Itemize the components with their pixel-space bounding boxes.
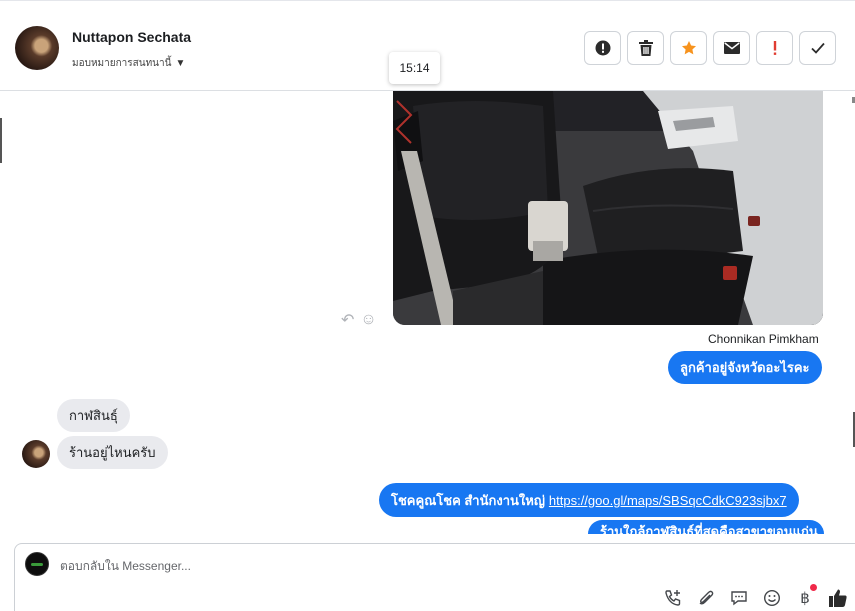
contact-name[interactable]: Nuttapon Sechata [72,29,191,45]
page-avatar [25,552,49,576]
emoji-button[interactable] [762,588,782,608]
contact-avatar[interactable] [15,26,59,70]
chat-bubble-icon [731,591,747,606]
report-spam-button[interactable] [584,31,621,65]
sender-name: Chonnikan Pimkham [708,332,819,346]
baht-icon: ฿ [800,590,810,607]
messenger-conversation-window: Nuttapon Sechata มอบหมายการสนทนานี้ ▼ ↶ … [0,0,855,611]
incoming-message[interactable]: ร้านอยู่ไหนครับ [57,436,168,469]
outgoing-message-with-link[interactable]: โชคคูณโชค สำนักงานใหญ่ https://goo.gl/ma… [379,483,799,517]
header-actions [584,31,836,65]
incoming-message[interactable]: กาฬสินธุ์ [57,399,130,432]
saved-replies-button[interactable] [729,588,749,608]
contact-avatar-small[interactable] [22,440,50,468]
delete-button[interactable] [627,31,664,65]
add-call-button[interactable] [663,588,683,608]
payment-button[interactable]: ฿ [795,584,817,608]
attach-button[interactable] [696,588,716,608]
like-button[interactable] [828,588,848,608]
caret-down-icon: ▼ [175,58,186,69]
star-icon [681,41,696,55]
mark-unread-button[interactable] [713,31,750,65]
message-actions: ↶ ☺ [341,310,377,330]
check-icon [810,42,825,54]
envelope-icon [723,42,740,54]
timestamp-tooltip: 15:14 [389,52,440,84]
exclamation-icon [773,41,776,55]
outgoing-message[interactable]: ลูกค้าอยู่จังหวัดอะไรคะ [668,351,822,384]
notification-dot [810,584,817,591]
composer-tools: ฿ [663,584,848,608]
react-emoji-icon[interactable]: ☺ [360,311,376,329]
panel-scrollbar-left[interactable] [0,118,2,163]
trash-icon [638,40,653,56]
paperclip-icon [699,590,714,605]
outgoing-message-partial[interactable]: ร้านใกล้กาฬสินธุ์ที่สุดคือสาขาขอนแก่น [588,520,824,534]
assign-label: มอบหมายการสนทนานี้ [72,58,172,69]
assign-conversation-dropdown[interactable]: มอบหมายการสนทนานี้ ▼ [72,56,185,71]
smiley-icon [763,589,781,607]
mark-done-button[interactable] [799,31,836,65]
message-text: โชคคูณโชค สำนักงานใหญ่ [391,492,545,508]
message-composer: ฿ [14,543,855,611]
reply-input[interactable] [60,556,620,576]
phone-plus-icon [665,590,681,606]
car-interior-image [393,91,823,325]
alert-circle-icon [595,40,610,56]
shared-photo-car-interior[interactable] [393,91,823,325]
map-link[interactable]: https://goo.gl/maps/SBSqcCdkC923sjbx7 [549,493,787,508]
thumbs-up-icon [829,589,847,607]
reply-icon[interactable]: ↶ [341,310,354,330]
follow-up-button[interactable] [756,31,793,65]
star-button[interactable] [670,31,707,65]
